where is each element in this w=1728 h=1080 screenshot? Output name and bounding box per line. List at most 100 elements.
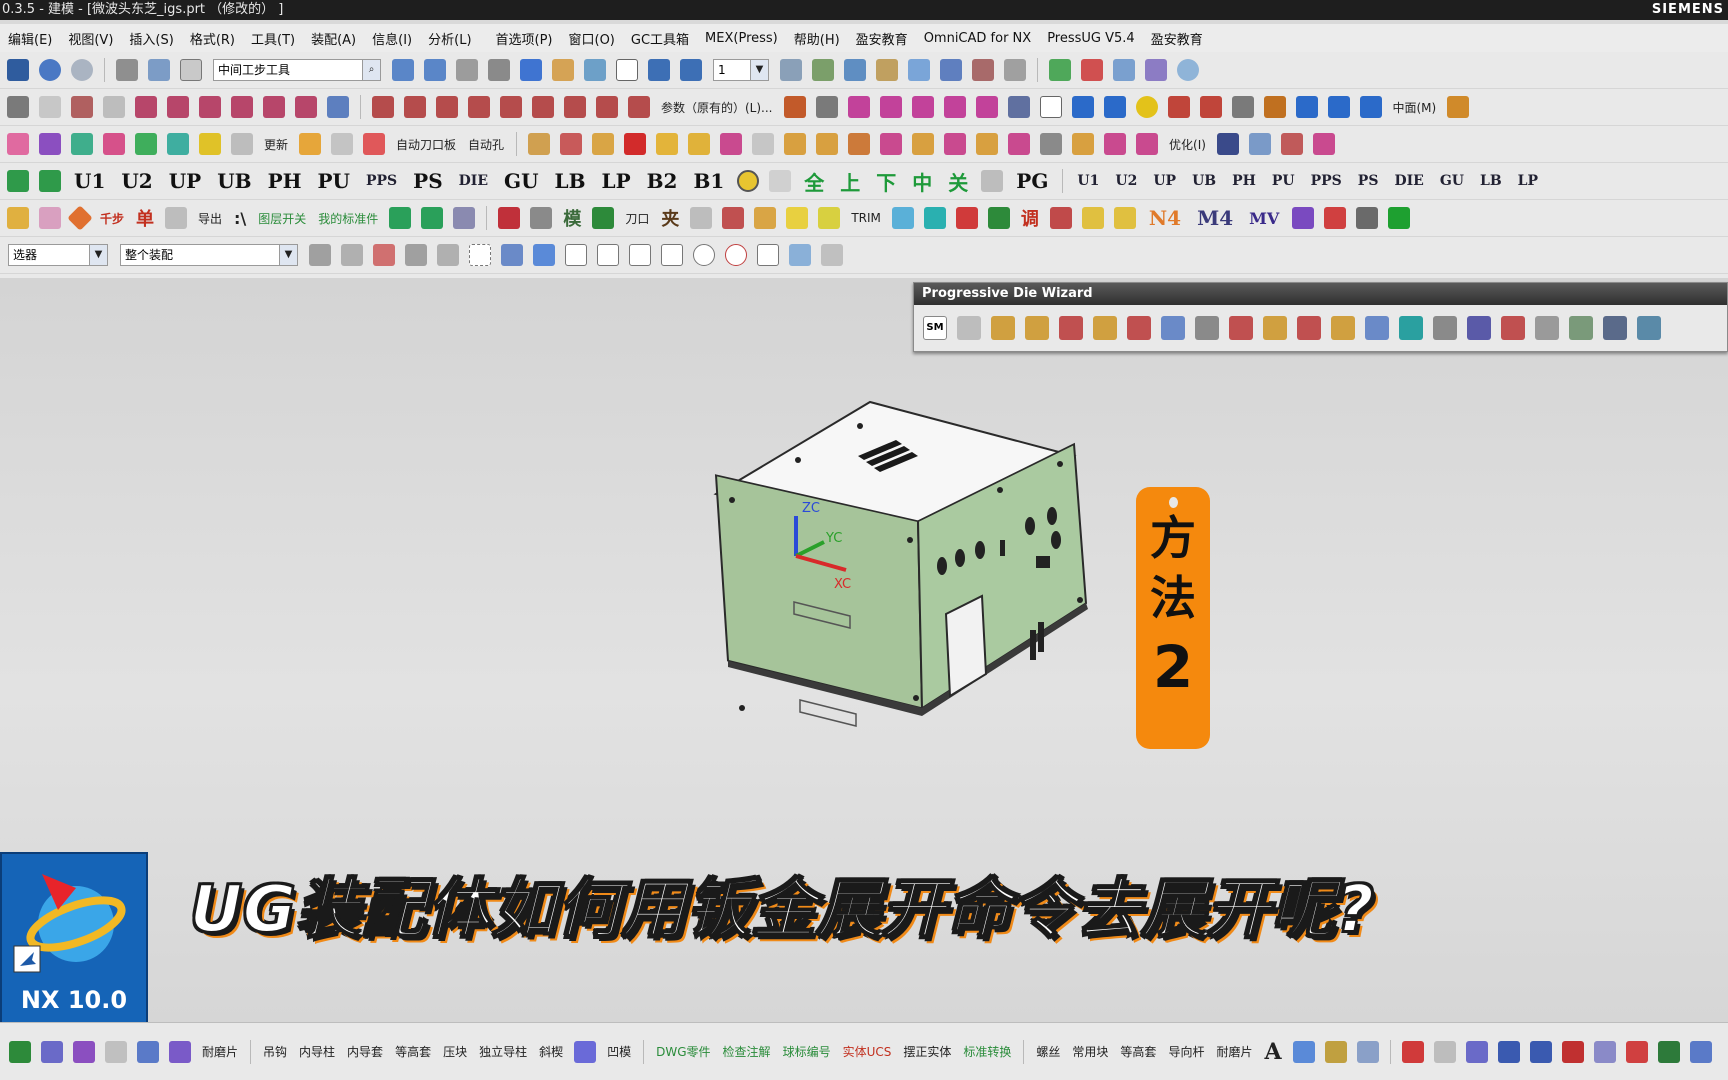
sphere-icon[interactable] xyxy=(1177,59,1199,81)
bottom-tool-11-icon[interactable] xyxy=(1433,1040,1456,1063)
deselect-icon[interactable] xyxy=(341,244,363,266)
die-icon[interactable] xyxy=(574,1040,597,1063)
wizard-tool-6-icon[interactable] xyxy=(1127,316,1151,340)
wizard-tool-1-icon[interactable] xyxy=(957,316,981,340)
extrude-icon[interactable] xyxy=(135,96,157,118)
menu-window[interactable]: 窗口(O) xyxy=(561,29,623,48)
tool-8-icon[interactable] xyxy=(752,133,775,155)
point-icon[interactable] xyxy=(39,96,61,118)
tool-l-icon[interactable] xyxy=(1113,207,1136,229)
bottom-tool-8-icon[interactable] xyxy=(1324,1040,1347,1063)
plate-b1-button[interactable]: B1 xyxy=(693,169,724,193)
bottom-tool-7-icon[interactable] xyxy=(1292,1040,1315,1063)
line-icon[interactable] xyxy=(71,96,93,118)
boolean-icon[interactable] xyxy=(1167,96,1190,118)
tool-i-icon[interactable] xyxy=(987,207,1010,229)
bottom-tool-18-icon[interactable] xyxy=(1657,1040,1680,1063)
shading-icon[interactable] xyxy=(552,59,574,81)
tool-14-icon[interactable] xyxy=(944,133,967,155)
safety-block-icon[interactable] xyxy=(103,133,125,155)
press-up-icon[interactable] xyxy=(7,170,29,192)
plate-pg-button[interactable]: PG xyxy=(1016,169,1048,193)
chevron-down-icon[interactable]: ▼ xyxy=(89,245,107,265)
menu-insert[interactable]: 插入(S) xyxy=(121,29,181,48)
bottom-tool-5-icon[interactable] xyxy=(137,1040,159,1063)
redo-icon[interactable] xyxy=(71,59,93,81)
mirror-icon[interactable] xyxy=(327,96,349,118)
optimize-label[interactable]: 优化(I) xyxy=(1169,136,1206,153)
block-icon[interactable] xyxy=(1327,96,1350,118)
plate-pu-button[interactable]: PU xyxy=(318,169,350,193)
plate-ub-button[interactable]: UB xyxy=(217,169,251,193)
menu-tools[interactable]: 工具(T) xyxy=(243,29,303,48)
offset-icon[interactable] xyxy=(295,96,317,118)
tool-j-icon[interactable] xyxy=(1049,207,1072,229)
equal-height-sleeve-label[interactable]: 等高套 xyxy=(395,1043,431,1060)
midsurface-icon[interactable] xyxy=(1447,96,1470,118)
move-u2-button[interactable]: U2 xyxy=(1115,173,1137,189)
pattern-icon[interactable] xyxy=(1231,96,1254,118)
wcs-icon[interactable] xyxy=(680,59,702,81)
tool-22-icon[interactable] xyxy=(1248,133,1271,155)
wizard-tool-16-icon[interactable] xyxy=(1467,316,1491,340)
tool-16-icon[interactable] xyxy=(1008,133,1031,155)
clamp-label[interactable]: 夹 xyxy=(661,205,679,231)
mv-button[interactable]: MV xyxy=(1249,209,1279,228)
undo-icon[interactable] xyxy=(39,59,61,81)
m4-button[interactable]: M4 xyxy=(1197,206,1233,230)
extend-icon[interactable] xyxy=(404,96,426,118)
close-all-button[interactable]: 关 xyxy=(948,167,968,196)
control-point-icon[interactable] xyxy=(629,244,651,266)
bridge-icon[interactable] xyxy=(596,96,618,118)
split-icon[interactable] xyxy=(564,96,586,118)
menu-format[interactable]: 格式(R) xyxy=(182,29,243,48)
cylinder-icon[interactable] xyxy=(1103,96,1126,118)
press-block-label[interactable]: 压块 xyxy=(443,1043,467,1060)
plate-lb-button[interactable]: LB xyxy=(555,169,586,193)
text-icon[interactable]: A xyxy=(1264,1039,1281,1065)
menu-yingan-1[interactable]: 盈安教育 xyxy=(848,29,916,48)
chevron-down-icon[interactable]: ▼ xyxy=(750,60,768,80)
midpoint-icon[interactable] xyxy=(597,244,619,266)
edit-parameters-icon[interactable] xyxy=(783,96,806,118)
menu-assembly[interactable]: 装配(A) xyxy=(303,29,364,48)
wizard-tool-11-icon[interactable] xyxy=(1297,316,1321,340)
sheet-metal-box-model[interactable]: ZC YC XC xyxy=(700,390,1120,730)
face-select-icon[interactable] xyxy=(501,244,523,266)
tool-b-icon[interactable] xyxy=(722,207,745,229)
rectangle-select-icon[interactable] xyxy=(469,244,491,266)
face-icon[interactable] xyxy=(847,96,870,118)
bottom-tool-14-icon[interactable] xyxy=(1529,1040,1552,1063)
grid-view-icon[interactable] xyxy=(424,59,446,81)
wear-plate-2-label[interactable]: 耐磨片 xyxy=(1216,1043,1252,1060)
reference-icon[interactable] xyxy=(67,205,93,231)
solid-ucs-label[interactable]: 实体UCS xyxy=(843,1043,892,1060)
plate-gu-button[interactable]: GU xyxy=(504,169,539,193)
box-icon[interactable] xyxy=(1071,96,1094,118)
wizard-tool-10-icon[interactable] xyxy=(1263,316,1287,340)
menu-view[interactable]: 视图(V) xyxy=(60,29,121,48)
assembly-scope-combo[interactable]: 整个装配 ▼ xyxy=(120,244,298,266)
menu-preferences[interactable]: 首选项(P) xyxy=(480,29,561,48)
quadrant-icon[interactable] xyxy=(725,244,747,266)
curve-icon[interactable] xyxy=(103,96,125,118)
wizard-tool-14-icon[interactable] xyxy=(1399,316,1423,340)
bottom-tool-17-icon[interactable] xyxy=(1625,1040,1648,1063)
path-label[interactable]: :\ xyxy=(234,209,246,228)
menu-yingan-2[interactable]: 盈安教育 xyxy=(1143,29,1211,48)
sweep-icon[interactable] xyxy=(199,96,221,118)
face-5-icon[interactable] xyxy=(975,96,998,118)
chevron-down-icon[interactable]: ▼ xyxy=(279,245,297,265)
temp-icon[interactable] xyxy=(769,170,792,192)
tool-f-icon[interactable] xyxy=(891,207,914,229)
tool-21-icon[interactable] xyxy=(1216,133,1239,155)
plate-ph-button[interactable]: PH xyxy=(268,169,302,193)
red-block-icon[interactable] xyxy=(498,207,521,229)
wizard-tool-15-icon[interactable] xyxy=(1433,316,1457,340)
plate-die-button[interactable]: DIE xyxy=(459,173,488,189)
wedge-label[interactable]: 斜楔 xyxy=(539,1043,563,1060)
trim-icon[interactable] xyxy=(372,96,394,118)
move-u1-button[interactable]: U1 xyxy=(1077,173,1099,189)
play-icon[interactable] xyxy=(908,59,930,81)
n4-button[interactable]: N4 xyxy=(1149,206,1181,230)
